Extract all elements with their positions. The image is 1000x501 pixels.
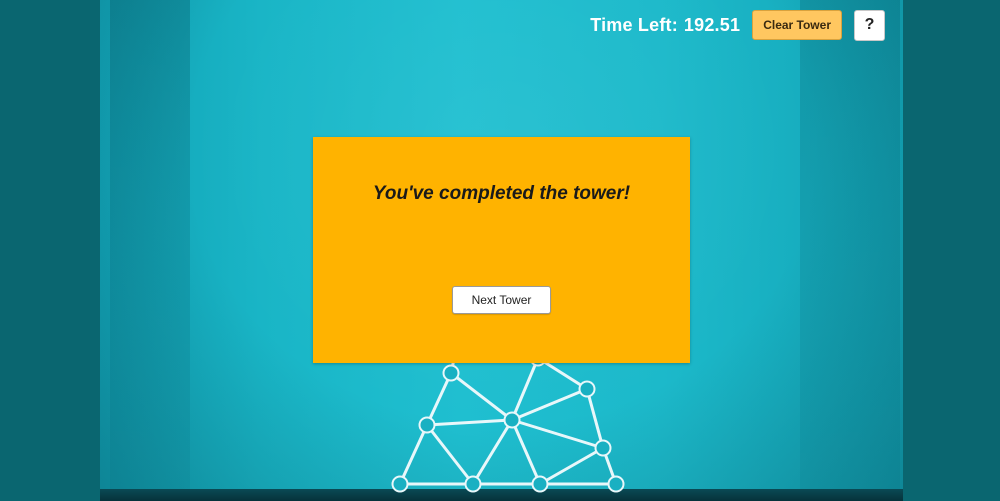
time-label: Time Left: <box>590 14 678 35</box>
hud: Time Left: 192.51 Clear Tower ? <box>590 9 885 41</box>
clear-tower-button[interactable]: Clear Tower <box>752 10 842 40</box>
ground <box>100 489 903 501</box>
help-button[interactable]: ? <box>854 9 885 41</box>
background-streak <box>800 0 900 501</box>
timer: Time Left: 192.51 <box>590 15 740 36</box>
game-stage: Time Left: 192.51 Clear Tower ? You've c… <box>0 0 1000 501</box>
time-value: 192.51 <box>683 14 741 35</box>
completion-message: You've completed the tower! <box>372 183 631 204</box>
completion-dialog: You've completed the tower! Next Tower <box>313 137 690 363</box>
background-streak <box>110 0 190 501</box>
next-tower-button[interactable]: Next Tower <box>452 286 551 314</box>
